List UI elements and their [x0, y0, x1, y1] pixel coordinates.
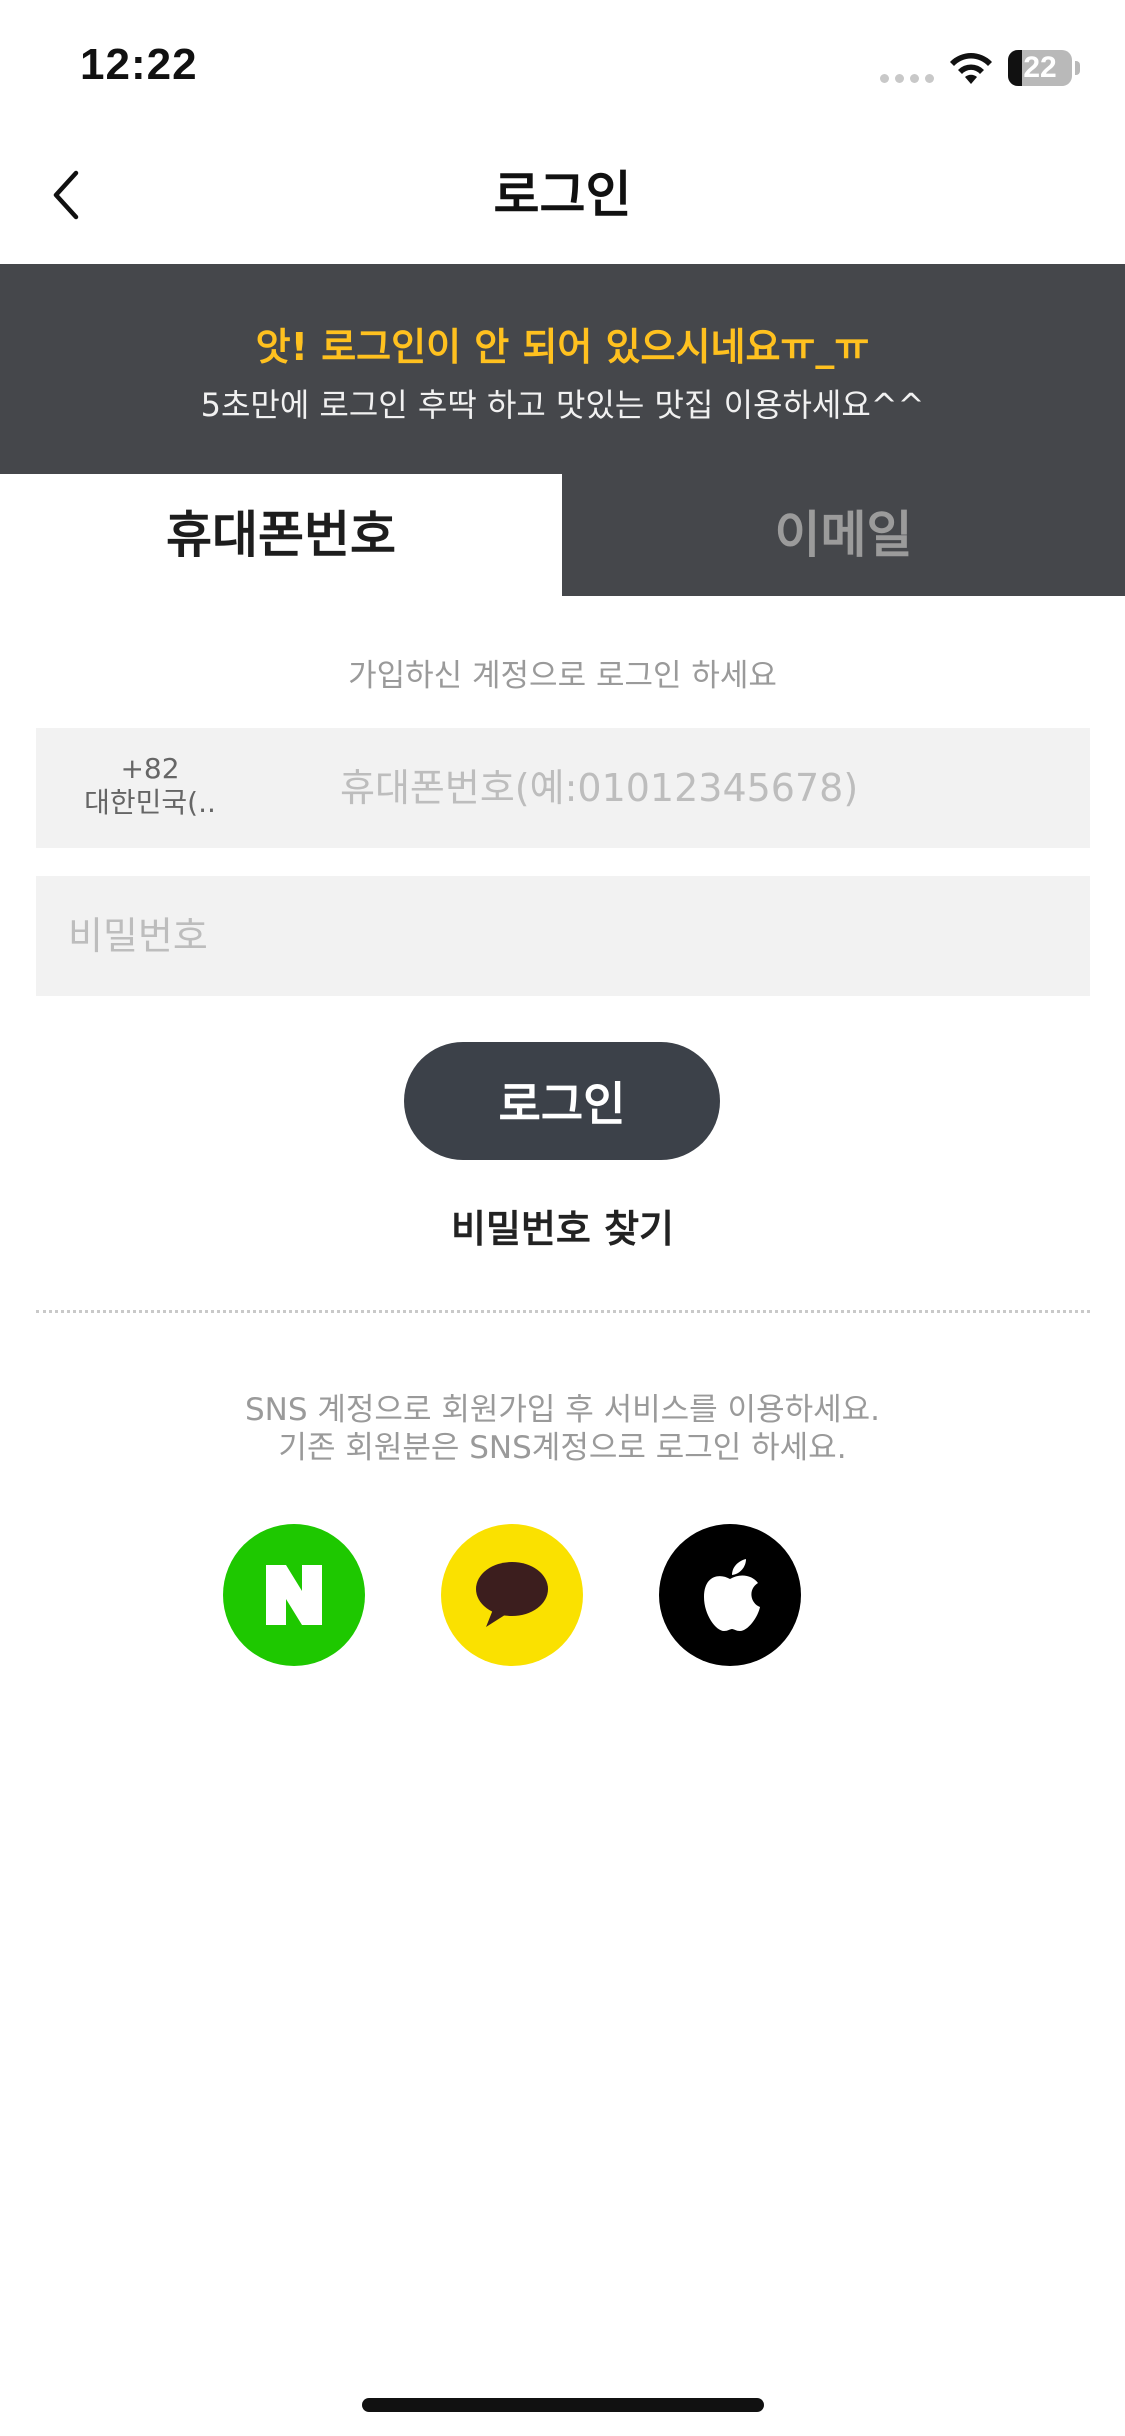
apple-login-button[interactable] [659, 1524, 801, 1666]
cellular-signal-icon [880, 74, 934, 83]
back-button[interactable] [36, 160, 96, 230]
wifi-icon [950, 53, 992, 84]
battery-icon: 22 [1008, 50, 1072, 86]
login-hint: 가입하신 계정으로 로그인 하세요 [348, 658, 777, 694]
status-time: 12:22 [80, 40, 198, 89]
chevron-left-icon [53, 170, 79, 220]
battery-level: 22 [1023, 51, 1057, 84]
find-password-link[interactable]: 비밀번호 찾기 [0, 1198, 1125, 1253]
login-button[interactable]: 로그인 [404, 1042, 720, 1160]
home-indicator [362, 2398, 764, 2412]
divider [36, 1310, 1090, 1313]
kakao-talk-icon [476, 1562, 548, 1627]
sns-notice-line2: 기존 회원분은 SNS계정으로 로그인 하세요. [278, 1430, 847, 1466]
apple-icon [704, 1559, 760, 1631]
battery-cap [1075, 61, 1080, 75]
tab-phone-number[interactable]: 휴대폰번호 [0, 474, 562, 596]
banner-title: 앗! 로그인이 안 되어 있으시네요ㅠ_ㅠ [255, 325, 870, 369]
tab-email[interactable]: 이메일 [562, 474, 1125, 596]
country-code-selector[interactable]: +82 대한민국(.. [36, 752, 264, 820]
page-title: 로그인 [493, 166, 632, 224]
password-input[interactable] [36, 876, 1090, 996]
naver-login-button[interactable] [223, 1524, 365, 1666]
naver-n-icon [266, 1565, 322, 1625]
country-code: +82 [120, 752, 180, 785]
country-name: 대한민국(.. [84, 786, 216, 819]
kakao-login-button[interactable] [441, 1524, 583, 1666]
phone-number-input[interactable] [340, 728, 1080, 848]
banner-subtitle: 5초만에 로그인 후딱 하고 맛있는 맛집 이용하세요^^ [200, 386, 925, 424]
